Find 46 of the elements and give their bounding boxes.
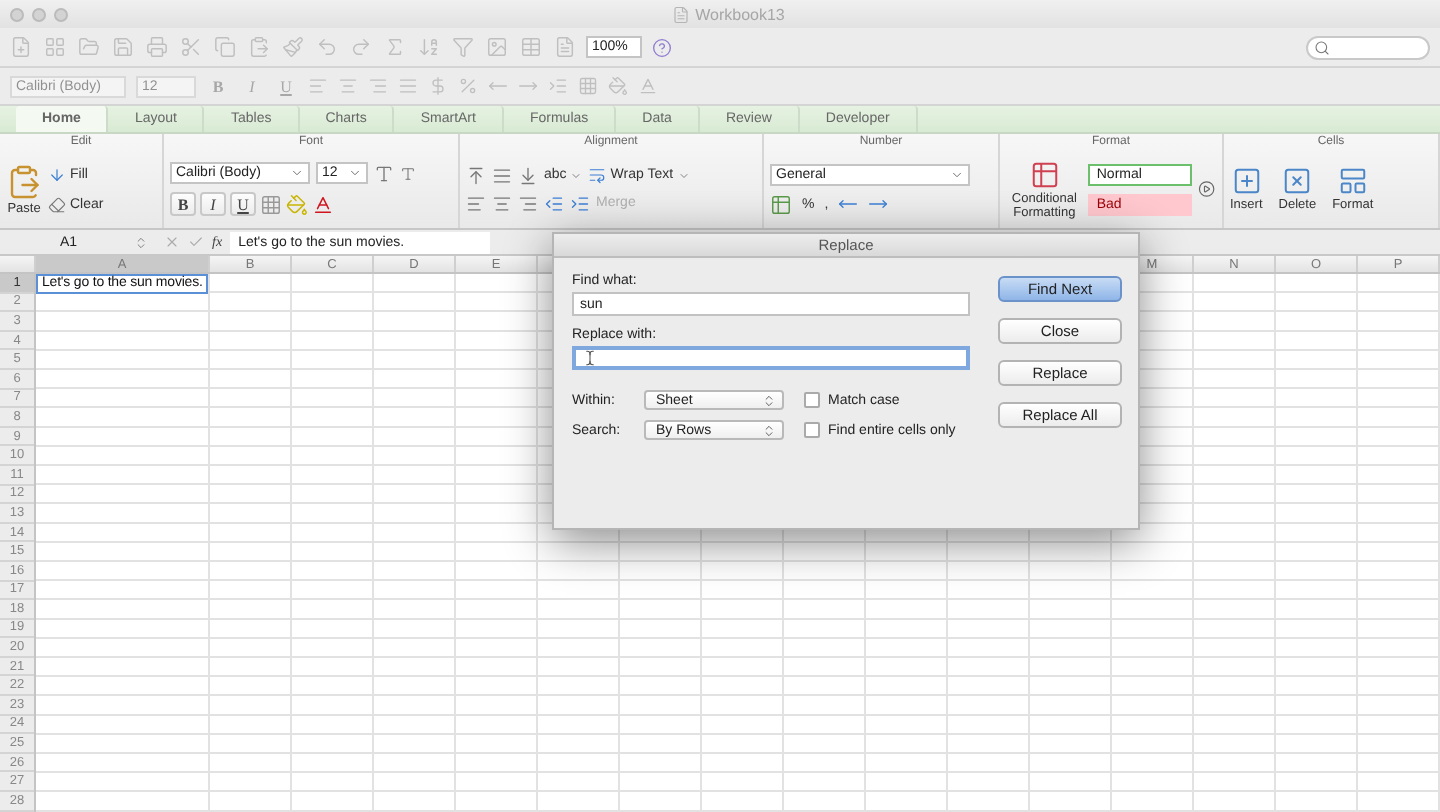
cancel-icon xyxy=(164,234,180,250)
text-cursor-icon xyxy=(582,350,598,366)
style-button[interactable]: B xyxy=(170,192,196,216)
plus-square-icon xyxy=(1231,166,1262,196)
indent-icon[interactable] xyxy=(570,193,590,213)
replace-field[interactable] xyxy=(572,346,970,370)
caret-icon xyxy=(348,166,362,180)
caret-icon xyxy=(677,169,690,181)
align-left-icon[interactable] xyxy=(466,193,486,213)
check-icon xyxy=(188,234,204,250)
grow-font-icon[interactable] xyxy=(374,163,394,183)
panel-icon xyxy=(1337,166,1368,196)
align-middle-icon[interactable] xyxy=(492,165,512,185)
style-button[interactable]: U xyxy=(230,192,256,216)
outdent-icon[interactable] xyxy=(544,193,564,213)
style-button[interactable]: I xyxy=(200,192,226,216)
currency-icon[interactable] xyxy=(770,193,792,215)
search-icon xyxy=(1314,39,1330,55)
play-icon[interactable] xyxy=(1198,180,1216,198)
align-right-icon[interactable] xyxy=(518,193,538,213)
align-center-icon[interactable] xyxy=(492,193,512,213)
help-icon[interactable] xyxy=(652,37,672,57)
close-window-button[interactable] xyxy=(10,7,24,21)
shrink-font-icon[interactable] xyxy=(400,165,416,181)
arrow-left-icon[interactable] xyxy=(838,194,859,214)
wrap-icon xyxy=(588,166,607,184)
zoom-window-button[interactable] xyxy=(54,7,68,21)
arrow-down-icon xyxy=(48,165,66,183)
caret-icon xyxy=(290,166,304,180)
window-title: Workbook13 xyxy=(695,5,785,23)
eraser-icon xyxy=(48,195,66,213)
stepper-icon xyxy=(134,235,148,249)
search-field[interactable] xyxy=(1306,35,1430,59)
x-square-icon xyxy=(1282,166,1313,196)
caret-icon xyxy=(950,167,964,181)
minimize-window-button[interactable] xyxy=(32,7,46,21)
clipboard-icon xyxy=(6,163,42,199)
caret-icon xyxy=(570,169,583,181)
stepper-icon xyxy=(762,423,776,437)
borders-icon[interactable] xyxy=(260,193,282,215)
font-color-icon[interactable] xyxy=(312,193,334,215)
align-bottom-icon[interactable] xyxy=(518,165,538,185)
align-top-icon[interactable] xyxy=(466,165,486,185)
stepper-icon xyxy=(762,393,776,407)
arrow-right-icon[interactable] xyxy=(868,194,889,214)
table-icon xyxy=(1029,159,1060,189)
